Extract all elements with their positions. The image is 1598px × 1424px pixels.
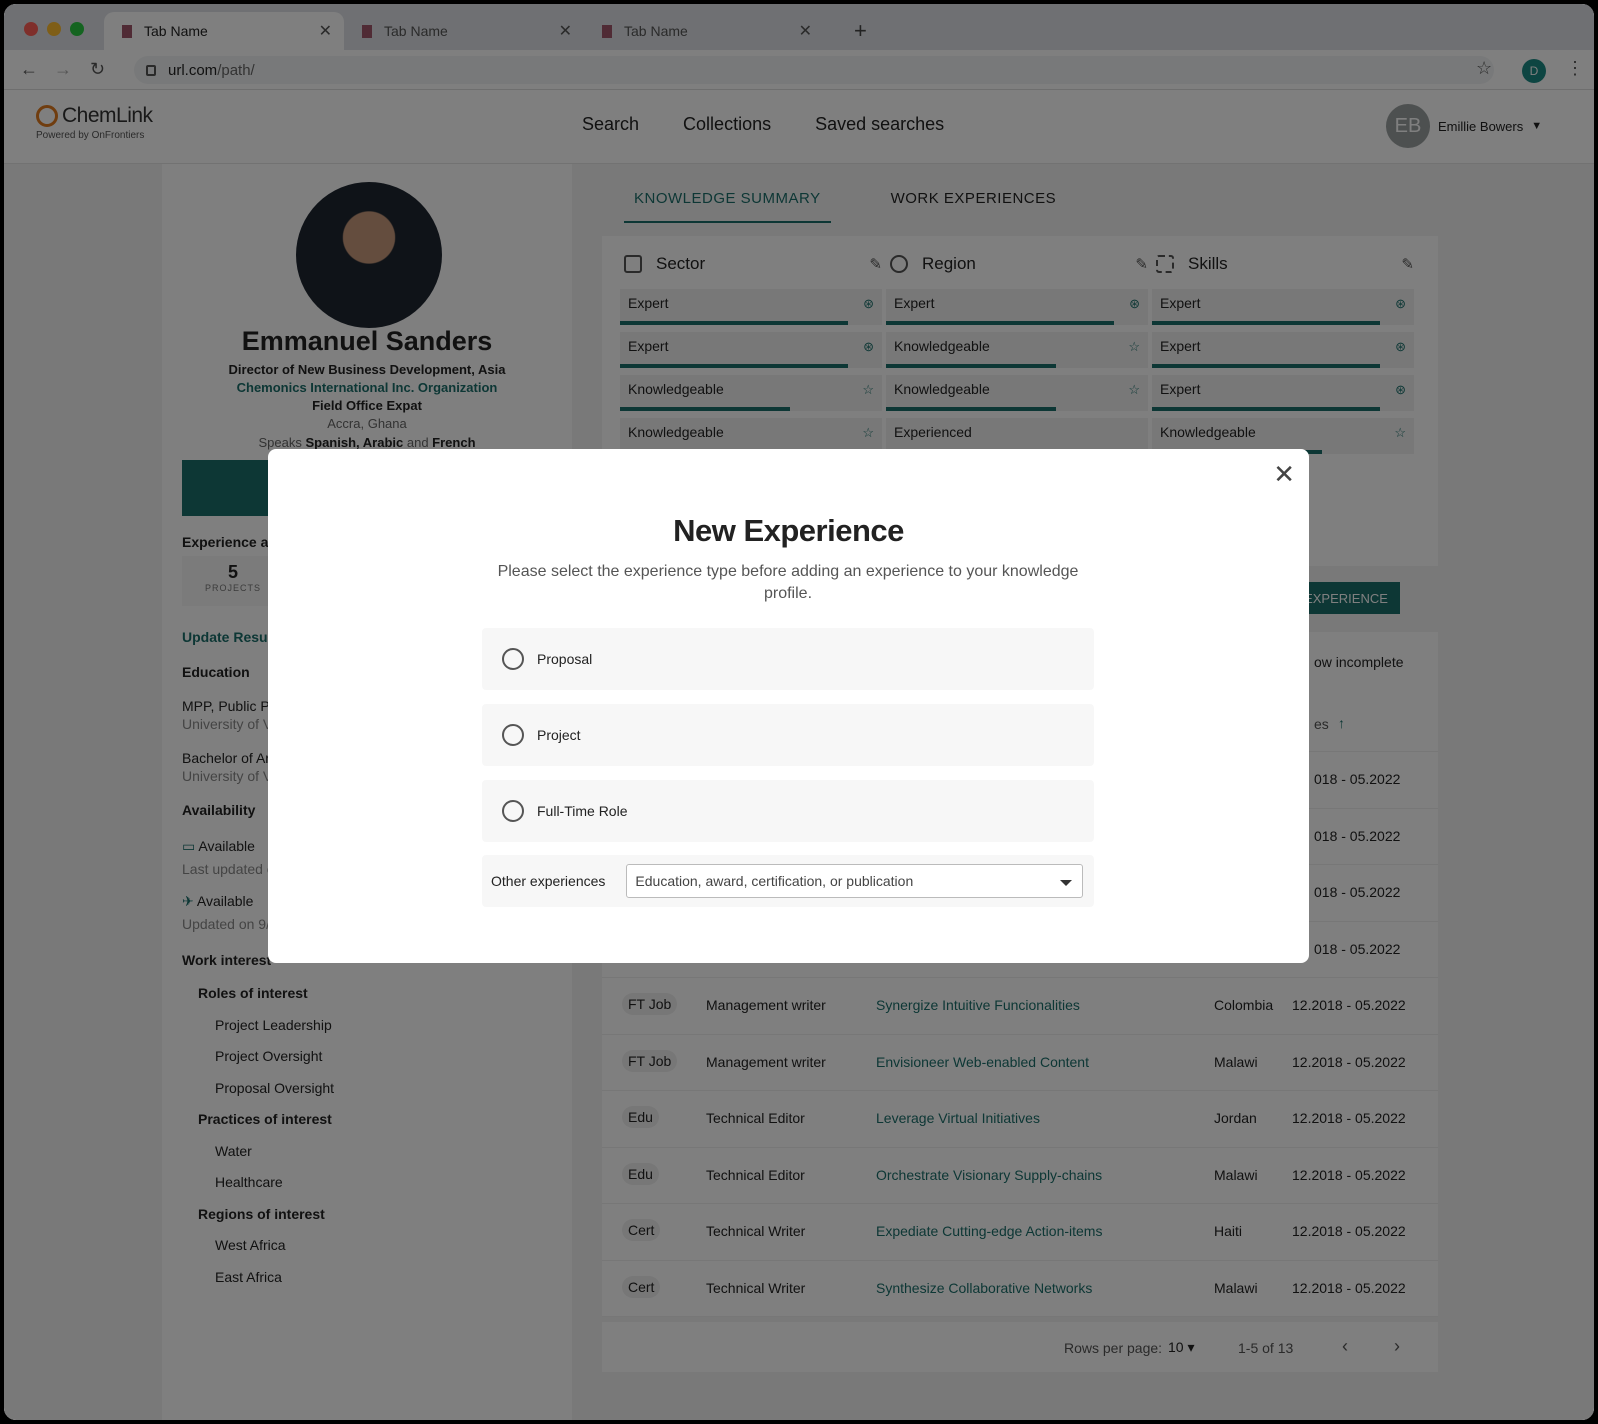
modal-subtitle: Please select the experience type before… [497,563,1079,602]
radio-button[interactable] [502,724,524,746]
dropdown-arrow-icon [1060,880,1073,886]
new-experience-modal: ✕ New Experience Please select the exper… [268,449,1309,963]
radio-button[interactable] [502,800,524,822]
option-full-time-role[interactable]: Full-Time Role [482,780,1094,842]
option-proposal[interactable]: Proposal [482,628,1094,690]
radio-button[interactable] [502,648,524,670]
other-experiences-label: Other experiences [491,873,606,889]
close-icon[interactable]: ✕ [1273,461,1295,487]
other-experiences-row: Other experiences Education, award, cert… [482,855,1094,907]
browser-window: Tab Name ✕ Tab Name ✕ Tab Name ✕ + ← → ↻… [4,4,1594,1420]
option-project[interactable]: Project [482,704,1094,766]
modal-title: New Experience [673,513,904,548]
other-experiences-select[interactable]: Education, award, certification, or publ… [626,864,1084,898]
